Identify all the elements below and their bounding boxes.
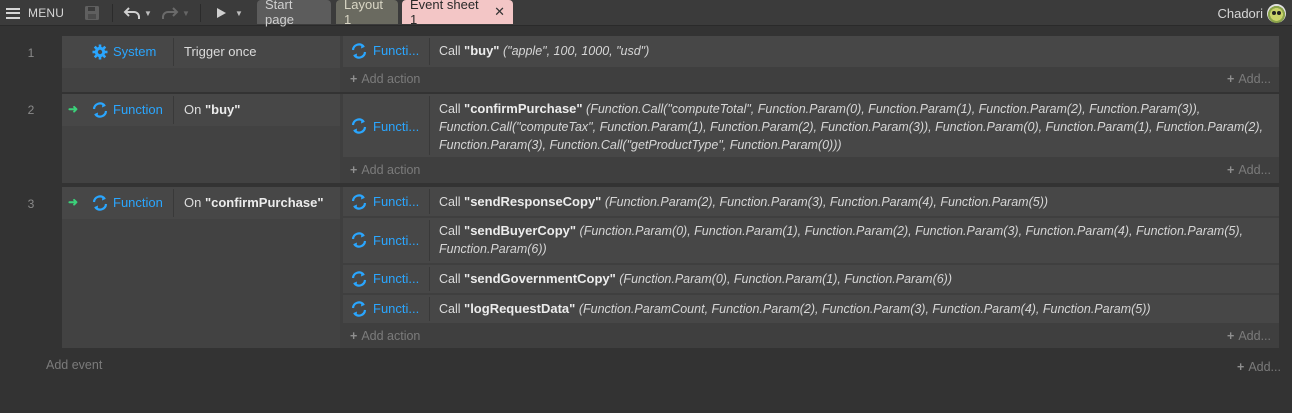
action-row[interactable]: Functi... Call "confirmPurchase" (Functi… (343, 94, 1279, 157)
play-icon (217, 8, 226, 18)
function-icon (351, 118, 367, 134)
function-icon (92, 102, 108, 118)
divider (173, 38, 174, 66)
action-row[interactable]: Functi... Call "sendGovernmentCopy" (Fun… (343, 265, 1279, 293)
divider (173, 96, 174, 124)
divider (429, 38, 430, 65)
condition-text: On "confirmPurchase" (184, 195, 324, 210)
save-icon[interactable] (84, 4, 100, 22)
undo-button[interactable]: ▼ (123, 4, 152, 22)
event-block[interactable]: ➜ Function On "buy" Functi... Call "conf… (62, 94, 1279, 183)
condition-row[interactable]: System Trigger once (62, 36, 340, 68)
function-icon (351, 194, 367, 210)
action-text: Call "logRequestData" (Function.ParamCou… (439, 301, 1151, 316)
action-object: Functi... (373, 194, 420, 209)
add-action-link[interactable]: + Add action (350, 163, 420, 177)
event-block[interactable]: System Trigger once Functi... Call "buy"… (62, 36, 1279, 92)
redo-button[interactable]: ▼ (161, 4, 190, 22)
action-object: Functi... (373, 43, 420, 58)
username: Chadori (1217, 5, 1263, 21)
chevron-down-icon: ▼ (182, 8, 190, 18)
menu-label: MENU (28, 6, 65, 20)
redo-icon (162, 7, 179, 19)
conditions-column: ➜ Function On "buy" (62, 94, 340, 183)
condition-row[interactable]: ➜ Function On "confirmPurchase" (62, 187, 340, 219)
menu-icon (6, 7, 20, 19)
tab-start-page[interactable]: Start page (257, 0, 331, 27)
conditions-column: ➜ Function On "confirmPurchase" (62, 187, 340, 348)
add-more-link[interactable]: + Add... (1227, 329, 1271, 343)
divider (429, 220, 430, 261)
tab-label: Layout 1 (344, 0, 384, 27)
condition-text: Trigger once (184, 44, 257, 59)
undo-icon (123, 7, 140, 19)
menu-button[interactable]: MENU (6, 3, 64, 23)
action-object: Functi... (373, 301, 420, 316)
function-icon (351, 232, 367, 248)
add-more-link[interactable]: + Add... (1227, 72, 1271, 86)
avatar (1267, 3, 1286, 23)
add-more-link[interactable]: + Add... (1227, 163, 1271, 177)
divider (429, 189, 430, 214)
add-more-link[interactable]: + Add... (1237, 360, 1281, 374)
close-icon[interactable]: ✕ (494, 4, 505, 20)
tab-label: Event sheet 1 (410, 0, 479, 27)
action-row[interactable]: Functi... Call "logRequestData" (Functio… (343, 295, 1279, 323)
condition-object: Function (113, 102, 163, 117)
action-row[interactable]: Functi... Call "sendBuyerCopy" (Function… (343, 218, 1279, 263)
trigger-arrow-icon: ➜ (68, 195, 79, 209)
action-object: Functi... (373, 119, 420, 134)
event-number: 1 (27, 46, 35, 60)
chevron-down-icon: ▼ (144, 8, 152, 18)
action-text: Call "sendResponseCopy" (Function.Param(… (439, 194, 1049, 209)
condition-object: System (113, 44, 157, 59)
conditions-column: System Trigger once (62, 36, 340, 92)
divider (429, 297, 430, 321)
toolbar: MENU ▼ ▼ ▼ Start page Layout 1 Event she… (0, 0, 1292, 27)
add-action-link[interactable]: + Add action (350, 329, 420, 343)
divider (429, 96, 430, 155)
event-number: 3 (27, 197, 35, 211)
function-icon (92, 195, 108, 211)
tab-label: Start page (265, 0, 294, 27)
tab-event-sheet-1[interactable]: Event sheet 1 ✕ (402, 0, 513, 27)
toolbar-divider (112, 4, 113, 22)
action-text: Call "confirmPurchase" (Function.Call("c… (439, 101, 1263, 152)
play-button[interactable]: ▼ (215, 4, 243, 22)
condition-row[interactable]: ➜ Function On "buy" (62, 94, 340, 126)
add-event-link[interactable]: Add event (46, 358, 102, 372)
user-account[interactable]: Chadori (1217, 2, 1286, 24)
action-text: Call "buy" ("apple", 100, 1000, "usd") (439, 43, 650, 58)
action-object: Functi... (373, 271, 420, 286)
trigger-arrow-icon: ➜ (68, 102, 79, 116)
divider (173, 189, 174, 217)
action-row[interactable]: Functi... Call "sendResponseCopy" (Funct… (343, 187, 1279, 216)
function-icon (351, 43, 367, 59)
event-block[interactable]: ➜ Function On "confirmPurchase" Functi..… (62, 187, 1279, 348)
gear-icon (92, 44, 108, 60)
condition-object: Function (113, 195, 163, 210)
chevron-down-icon: ▼ (235, 8, 243, 18)
event-number: 2 (27, 103, 35, 117)
tab-layout-1[interactable]: Layout 1 (336, 0, 398, 27)
function-icon (351, 271, 367, 287)
action-row[interactable]: Functi... Call "buy" ("apple", 100, 1000… (343, 36, 1279, 67)
function-icon (351, 301, 367, 317)
add-action-link[interactable]: + Add action (350, 72, 420, 86)
toolbar-divider (200, 4, 201, 22)
divider (429, 267, 430, 291)
action-text: Call "sendBuyerCopy" (Function.Param(0),… (439, 223, 1243, 256)
action-text: Call "sendGovernmentCopy" (Function.Para… (439, 271, 953, 286)
condition-text: On "buy" (184, 102, 241, 117)
action-object: Functi... (373, 233, 420, 248)
